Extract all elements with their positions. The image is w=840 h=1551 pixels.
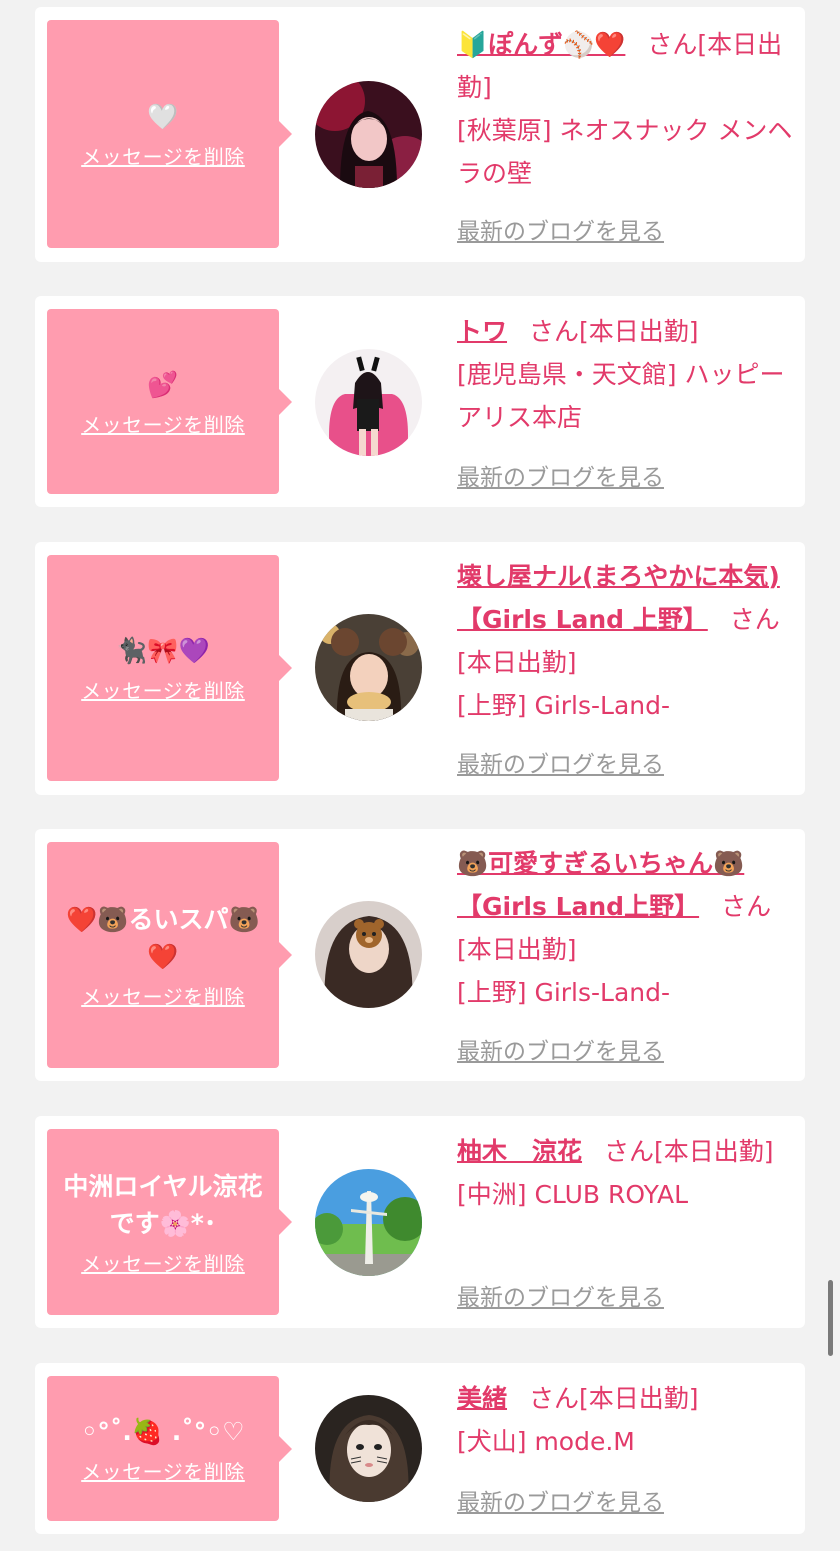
message-text: ◦°˚.🍓 .˚°◦♡ [81, 1416, 245, 1446]
avatar[interactable] [315, 901, 422, 1008]
girl-photo-bear-face-icon [315, 901, 422, 1008]
delete-message-link[interactable]: メッセージを削除 [81, 141, 245, 170]
girl-photo-pink-chair-icon [315, 349, 422, 456]
status-text: [本日出勤] [457, 648, 577, 677]
message-bubble: 💕 メッセージを削除 [47, 309, 292, 494]
shop-area: [上野] Girls-Land- [457, 978, 671, 1007]
latest-blog-link[interactable]: 最新のブログを見る [457, 1032, 664, 1066]
shop-area: [犬山] mode.M [457, 1427, 635, 1456]
message-text: 🐈‍⬛🎀💜 [116, 636, 210, 665]
cast-name-link[interactable]: 柚木 涼花 [457, 1137, 582, 1166]
girl-photo-cat-filter-icon [315, 1395, 422, 1502]
cast-name-link[interactable]: 🔰ぽんず⚾️❤️ [457, 30, 625, 59]
honorific: さん [604, 1137, 655, 1166]
favorite-card: 中洲ロイヤル涼花です🌸*･ メッセージを削除 柚木 涼花 さん[本日出勤] [中洲… [35, 1116, 805, 1328]
shop-area: [鹿児島県・天文館] ハッピーアリス本店 [457, 360, 785, 432]
girl-photo-bear-ears-icon [315, 614, 422, 721]
favorite-card: ◦°˚.🍓 .˚°◦♡ メッセージを削除 美緒 さん[本日出勤] [犬山] mod… [35, 1363, 805, 1534]
message-text: 中洲ロイヤル涼花です🌸*･ [63, 1171, 263, 1238]
favorite-card: ❤️🐻るいスパ🐻❤️ メッセージを削除 🐻可愛すぎるいちゃん🐻【Girls La… [35, 829, 805, 1081]
shop-area: [秋葉原] ネオスナック メンヘラの壁 [457, 116, 793, 188]
delete-message-link[interactable]: メッセージを削除 [81, 409, 245, 438]
favorite-card: 🤍 メッセージを削除 🔰ぽんず⚾️❤️ さん[本日出勤] [秋葉原] ネオスナック… [35, 7, 805, 262]
message-bubble: ❤️🐻るいスパ🐻❤️ メッセージを削除 [47, 842, 292, 1068]
status-text: [本日出勤] [579, 317, 699, 346]
status-text: [本日出勤] [457, 935, 577, 964]
honorific: さん [529, 317, 580, 346]
favorite-card: 🐈‍⬛🎀💜 メッセージを削除 壊し屋ナル(まろやかに本気)【Girls Land… [35, 542, 805, 795]
delete-message-link[interactable]: メッセージを削除 [81, 1248, 245, 1277]
delete-message-link[interactable]: メッセージを削除 [81, 675, 245, 704]
message-text: ❤️🐻るいスパ🐻❤️ [66, 904, 260, 971]
cast-info: 壊し屋ナル(まろやかに本気)【Girls Land 上野】 さん[本日出勤] [上… [457, 555, 797, 727]
cast-info: 🐻可愛すぎるいちゃん🐻【Girls Land上野】 さん [本日出勤] [上野] G… [457, 842, 797, 1014]
avatar[interactable] [315, 614, 422, 721]
message-bubble: 🐈‍⬛🎀💜 メッセージを削除 [47, 555, 292, 781]
latest-blog-link[interactable]: 最新のブログを見る [457, 1278, 664, 1312]
delete-message-link[interactable]: メッセージを削除 [81, 981, 245, 1010]
message-text: 🤍 [147, 102, 179, 131]
honorific: さん [721, 892, 772, 921]
message-bubble: 🤍 メッセージを削除 [47, 20, 292, 248]
message-bubble: ◦°˚.🍓 .˚°◦♡ メッセージを削除 [47, 1376, 292, 1521]
cast-info: 柚木 涼花 さん[本日出勤] [中洲] CLUB ROYAL [457, 1130, 797, 1216]
avatar[interactable] [315, 81, 422, 188]
latest-blog-link[interactable]: 最新のブログを見る [457, 745, 664, 779]
avatar[interactable] [315, 1169, 422, 1276]
delete-message-link[interactable]: メッセージを削除 [81, 1456, 245, 1485]
cast-info: 美緒 さん[本日出勤] [犬山] mode.M [457, 1377, 797, 1463]
shop-area: [上野] Girls-Land- [457, 691, 671, 720]
shop-area: [中洲] CLUB ROYAL [457, 1180, 689, 1209]
favorite-card: 💕 メッセージを削除 トワ さん[本日出勤] [鹿児島県・天文館] ハッピーアリス… [35, 296, 805, 507]
tower-photo-icon [315, 1169, 422, 1276]
honorific: さん [729, 605, 780, 634]
avatar[interactable] [315, 349, 422, 456]
cast-name-link[interactable]: トワ [457, 317, 507, 346]
honorific: さん [647, 30, 698, 59]
cast-name-link[interactable]: 🐻可愛すぎるいちゃん🐻【Girls Land上野】 [457, 849, 744, 921]
girl-photo-red-lighting-icon [315, 81, 422, 188]
latest-blog-link[interactable]: 最新のブログを見る [457, 212, 664, 246]
honorific: さん [529, 1384, 580, 1413]
status-text: [本日出勤] [579, 1384, 699, 1413]
cast-name-link[interactable]: 美緒 [457, 1384, 507, 1413]
message-text: 💕 [147, 369, 179, 399]
avatar[interactable] [315, 1395, 422, 1502]
message-bubble: 中洲ロイヤル涼花です🌸*･ メッセージを削除 [47, 1129, 292, 1315]
cast-info: トワ さん[本日出勤] [鹿児島県・天文館] ハッピーアリス本店 [457, 310, 797, 439]
latest-blog-link[interactable]: 最新のブログを見る [457, 1483, 664, 1517]
status-text: [本日出勤] [654, 1137, 774, 1166]
latest-blog-link[interactable]: 最新のブログを見る [457, 458, 664, 492]
scrollbar[interactable] [828, 1280, 833, 1356]
cast-info: 🔰ぽんず⚾️❤️ さん[本日出勤] [秋葉原] ネオスナック メンヘラの壁 [457, 23, 797, 195]
